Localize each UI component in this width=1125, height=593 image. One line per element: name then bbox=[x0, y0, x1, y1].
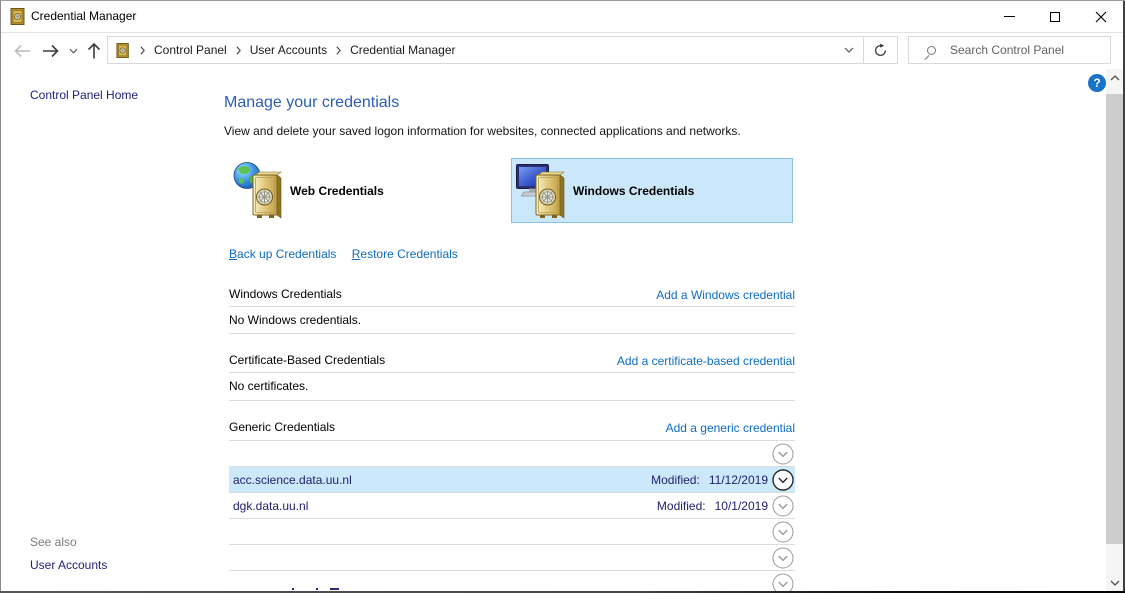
breadcrumb-credential-manager[interactable]: Credential Manager bbox=[350, 43, 455, 57]
add-certificate-credential-link[interactable]: Add a certificate-based credential bbox=[617, 354, 795, 368]
refresh-button[interactable] bbox=[864, 36, 898, 64]
credential-row[interactable] bbox=[229, 545, 795, 571]
expand-credential-button[interactable] bbox=[772, 573, 794, 593]
minimize-button[interactable] bbox=[986, 1, 1032, 32]
address-bar[interactable]: Control Panel User Accounts Credential M… bbox=[107, 36, 864, 64]
breadcrumb-app-icon bbox=[116, 43, 131, 58]
title-bar: Credential Manager bbox=[0, 1, 1125, 33]
credential-row[interactable] bbox=[229, 441, 795, 467]
sidebar-item-user-accounts[interactable]: User Accounts bbox=[30, 558, 107, 572]
tile-windows-credentials-label: Windows Credentials bbox=[573, 184, 694, 198]
generic-credentials-list: acc.science.data.uu.nl Modified:11/12/20… bbox=[229, 441, 795, 593]
section-certificate-credentials-title: Certificate-Based Credentials bbox=[229, 353, 385, 367]
clipped-row-text bbox=[316, 588, 318, 590]
close-icon bbox=[1095, 11, 1107, 23]
breadcrumb-separator-icon bbox=[327, 46, 350, 55]
window-border-left bbox=[0, 1, 1, 593]
maximize-icon bbox=[1050, 12, 1060, 22]
help-button[interactable]: ? bbox=[1088, 74, 1106, 92]
scrollbar-thumb[interactable] bbox=[1106, 94, 1123, 544]
credential-actions: Back up Credentials Restore Credentials bbox=[229, 247, 458, 261]
divider bbox=[229, 372, 795, 373]
credential-manager-window: Credential Manager bbox=[0, 0, 1125, 593]
divider bbox=[229, 306, 795, 307]
clipped-row-text bbox=[330, 588, 339, 590]
divider bbox=[229, 400, 795, 401]
section-windows-credentials-title: Windows Credentials bbox=[229, 287, 342, 301]
expand-credential-button[interactable] bbox=[772, 495, 794, 517]
no-windows-credentials-text: No Windows credentials. bbox=[229, 313, 361, 327]
tile-web-credentials-label: Web Credentials bbox=[290, 184, 384, 198]
expand-credential-button[interactable] bbox=[772, 443, 794, 465]
tile-windows-credentials[interactable]: Windows Credentials bbox=[511, 158, 793, 223]
expand-credential-button[interactable] bbox=[772, 521, 794, 543]
breadcrumb-separator-icon bbox=[227, 46, 250, 55]
search-placeholder: Search Control Panel bbox=[950, 43, 1064, 57]
credential-row-acc-science[interactable]: acc.science.data.uu.nl Modified:11/12/20… bbox=[229, 467, 795, 493]
scroll-up-icon[interactable] bbox=[1106, 69, 1123, 86]
recent-pages-dropdown[interactable] bbox=[66, 33, 80, 69]
windows-credentials-icon bbox=[516, 161, 568, 221]
breadcrumb-user-accounts[interactable]: User Accounts bbox=[250, 43, 327, 57]
window-title: Credential Manager bbox=[31, 9, 136, 23]
navigation-toolbar: Control Panel User Accounts Credential M… bbox=[0, 33, 1125, 69]
vertical-scrollbar[interactable] bbox=[1106, 69, 1123, 591]
add-generic-credential-link[interactable]: Add a generic credential bbox=[666, 421, 795, 435]
maximize-button[interactable] bbox=[1032, 1, 1078, 32]
sidebar-item-control-panel-home[interactable]: Control Panel Home bbox=[30, 88, 138, 102]
credential-manager-icon bbox=[10, 8, 27, 30]
credential-row-dgk[interactable]: dgk.data.uu.nl Modified:10/1/2019 bbox=[229, 493, 795, 519]
divider bbox=[229, 333, 795, 334]
tile-web-credentials[interactable]: Web Credentials bbox=[229, 158, 511, 223]
restore-credentials-link[interactable]: Restore Credentials bbox=[352, 247, 458, 261]
back-button[interactable] bbox=[10, 33, 34, 69]
page-title: Manage your credentials bbox=[224, 94, 399, 112]
forward-button[interactable] bbox=[38, 33, 62, 69]
page-description: View and delete your saved logon informa… bbox=[224, 124, 741, 138]
search-icon bbox=[927, 46, 936, 55]
no-certificates-text: No certificates. bbox=[229, 379, 308, 393]
web-credentials-icon bbox=[233, 161, 285, 221]
close-button[interactable] bbox=[1078, 1, 1123, 32]
credential-row[interactable] bbox=[229, 519, 795, 545]
breadcrumb-control-panel[interactable]: Control Panel bbox=[154, 43, 227, 57]
minimize-icon bbox=[1004, 16, 1015, 17]
see-also-label: See also bbox=[30, 535, 77, 549]
section-generic-credentials-title: Generic Credentials bbox=[229, 420, 335, 434]
address-dropdown-icon[interactable] bbox=[844, 47, 854, 53]
scroll-down-icon[interactable] bbox=[1106, 574, 1123, 591]
up-button[interactable] bbox=[84, 33, 104, 69]
breadcrumb-separator-icon bbox=[131, 46, 154, 55]
backup-credentials-link[interactable]: Back up Credentials bbox=[229, 247, 336, 261]
expand-credential-button[interactable] bbox=[772, 469, 794, 491]
expand-credential-button[interactable] bbox=[772, 547, 794, 569]
clipped-row-text bbox=[292, 588, 294, 590]
credential-row[interactable] bbox=[229, 571, 795, 593]
search-box[interactable]: Search Control Panel bbox=[908, 36, 1111, 64]
add-windows-credential-link[interactable]: Add a Windows credential bbox=[656, 288, 795, 302]
